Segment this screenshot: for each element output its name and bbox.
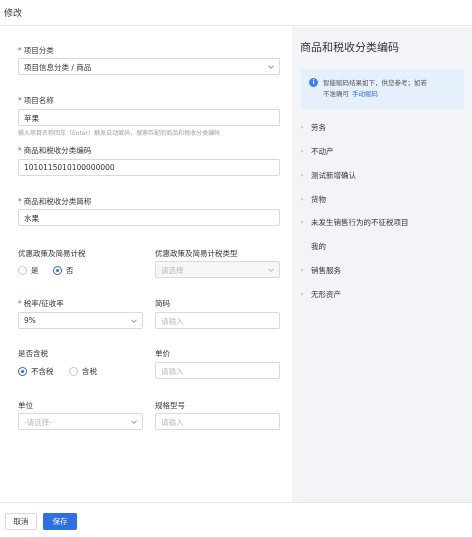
- save-button[interactable]: 保存: [43, 513, 77, 530]
- required-mark: *: [18, 197, 22, 206]
- preferential-policy-label: 优惠政策及简易计税: [18, 249, 86, 258]
- chevron-right-icon: ›: [301, 219, 304, 226]
- dialog-title: 修改: [4, 9, 23, 19]
- tax-excluded-radio[interactable]: 不含税: [18, 366, 54, 377]
- dialog-footer: 取消 保存: [0, 502, 472, 537]
- cancel-button[interactable]: 取消: [5, 513, 37, 530]
- tax-code-panel: 商品和税收分类编码 i 智能赋码结果如下，供您参考；如若 不准确可 手动赋码 › 劳…: [292, 27, 472, 502]
- unit-price-input[interactable]: 请输入: [155, 362, 280, 379]
- radio-dot-selected: [18, 367, 27, 376]
- short-code-label: 简码: [155, 299, 170, 308]
- panel-title: 商品和税收分类编码: [300, 41, 399, 54]
- project-category-value: 项目信息分类 / 商品: [24, 63, 92, 72]
- info-icon: i: [309, 78, 318, 87]
- chevron-right-icon: ›: [301, 291, 304, 298]
- project-name-input[interactable]: 苹果: [18, 109, 280, 126]
- info-text-line1: 智能赋码结果如下，供您参考；如若: [323, 79, 427, 87]
- short-code-placeholder: 请输入: [161, 317, 184, 326]
- dialog-header: 修改: [0, 0, 472, 26]
- short-code-input[interactable]: 请输入: [155, 312, 280, 329]
- chevron-down-icon: [131, 318, 137, 324]
- tax-code-label: * 商品和税收分类编码: [18, 146, 92, 155]
- required-mark: *: [18, 46, 22, 55]
- preferential-yes-radio[interactable]: 是: [18, 265, 39, 276]
- chevron-right-icon: ›: [301, 196, 304, 203]
- chevron-right-icon: ›: [301, 172, 304, 179]
- tax-included-label: 是否含税: [18, 349, 48, 358]
- tax-included-radio[interactable]: 含税: [69, 366, 97, 377]
- required-mark: *: [18, 96, 22, 105]
- tax-short-name-input[interactable]: 水果: [18, 209, 280, 226]
- preferential-type-select[interactable]: 请选择: [155, 261, 280, 278]
- project-name-label: * 项目名称: [18, 96, 54, 105]
- unit-price-label: 单价: [155, 349, 170, 358]
- unit-price-placeholder: 请输入: [161, 367, 184, 376]
- tax-code-value: 1010115010100000000: [24, 163, 115, 172]
- preferential-type-placeholder: 请选择: [161, 266, 184, 275]
- chevron-right-icon: ›: [301, 124, 304, 131]
- tree-item-real-estate[interactable]: › 不动产: [301, 146, 334, 157]
- preferential-no-radio[interactable]: 否: [53, 265, 74, 276]
- tax-short-name-label: * 商品和税收分类简称: [18, 197, 92, 206]
- tax-short-name-value: 水果: [24, 214, 39, 223]
- tree-item-labor[interactable]: › 劳务: [301, 122, 326, 133]
- chevron-right-icon: ›: [301, 267, 304, 274]
- chevron-down-icon: [268, 64, 274, 70]
- spec-model-label: 规格型号: [155, 401, 185, 410]
- required-mark: *: [18, 146, 22, 155]
- tree-item-non-taxable[interactable]: › 未发生销售行为的不征税项目: [301, 217, 409, 228]
- tax-rate-select[interactable]: 9%: [18, 312, 143, 329]
- info-alert: i 智能赋码结果如下，供您参考；如若 不准确可 手动赋码: [301, 69, 464, 109]
- info-text-line2: 不准确可 手动赋码: [323, 90, 378, 98]
- tree-item-sales-service[interactable]: › 销售服务: [301, 265, 341, 276]
- chevron-down-icon: [131, 419, 137, 425]
- spec-model-placeholder: 请输入: [161, 418, 184, 427]
- tree-item-mine[interactable]: 我的: [311, 241, 326, 252]
- preferential-type-label: 优惠政策及简易计税类型: [155, 249, 238, 258]
- project-category-label: * 项目分类: [18, 46, 54, 55]
- tax-rate-label: * 税率/征收率: [18, 299, 64, 308]
- unit-label: 单位: [18, 401, 33, 410]
- edit-form: * 项目分类 项目信息分类 / 商品 * 项目名称 苹果 输入项目名称回车（Ente…: [0, 27, 292, 502]
- tree-item-goods[interactable]: › 货物: [301, 194, 326, 205]
- radio-dot-selected: [53, 266, 62, 275]
- project-name-hint: 输入项目名称回车（Enter）触发自动赋码，搜索匹配的商品和税收分类编码: [18, 130, 221, 137]
- project-name-value: 苹果: [24, 114, 39, 123]
- spec-model-input[interactable]: 请输入: [155, 413, 280, 430]
- unit-select[interactable]: -请选择-: [18, 413, 143, 430]
- tax-code-input[interactable]: 1010115010100000000: [18, 159, 280, 176]
- chevron-right-icon: ›: [301, 148, 304, 155]
- manual-assign-link[interactable]: 手动赋码: [352, 90, 378, 98]
- tree-item-test-new[interactable]: › 测试新增确认: [301, 170, 356, 181]
- radio-dot: [18, 266, 27, 275]
- tax-rate-value: 9%: [24, 316, 36, 325]
- chevron-down-icon: [268, 267, 274, 273]
- project-category-select[interactable]: 项目信息分类 / 商品: [18, 58, 280, 75]
- required-mark: *: [18, 299, 22, 308]
- tree-item-intangible[interactable]: › 无形资产: [301, 289, 341, 300]
- unit-placeholder: -请选择-: [24, 418, 52, 427]
- radio-dot: [69, 367, 78, 376]
